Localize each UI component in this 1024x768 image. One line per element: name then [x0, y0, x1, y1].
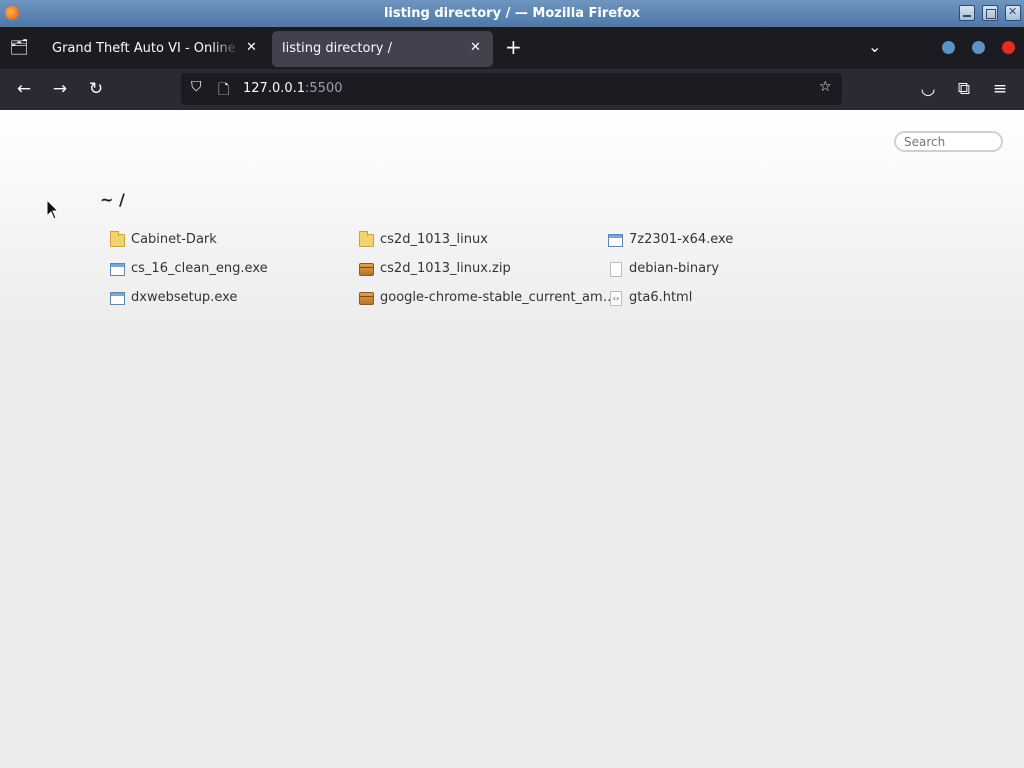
reload-icon[interactable]: ↻ — [84, 78, 108, 100]
new-tab-plus-icon[interactable]: + — [505, 35, 522, 59]
tab-strip: 🗂 Grand Theft Auto VI - Online Ga ✕ list… — [0, 27, 1024, 69]
navigation-toolbar: ← → ↻ ⛉ 🗋 127.0.0.1:5500 ☆ ◡ ⧉ ≡ — [0, 69, 1024, 110]
back-arrow-icon[interactable]: ← — [12, 78, 36, 100]
blank-file-icon — [610, 262, 622, 277]
executable-icon — [608, 234, 623, 247]
window-titlebar: listing directory / — Mozilla Firefox — [0, 0, 1024, 27]
tab-gta-online[interactable]: Grand Theft Auto VI - Online Ga ✕ — [42, 31, 268, 67]
url-text[interactable]: 127.0.0.1:5500 — [243, 81, 343, 96]
file-name: gta6.html — [629, 290, 693, 305]
extensions-puzzle-icon[interactable]: ⧉ — [952, 78, 976, 100]
close-tab-icon[interactable]: ✕ — [246, 40, 257, 55]
search-input[interactable] — [894, 131, 1003, 152]
minimize-dot-icon[interactable] — [942, 41, 955, 54]
file-name: dxwebsetup.exe — [131, 290, 238, 305]
pocket-icon[interactable]: ◡ — [916, 78, 940, 100]
file-name: google-chrome-stable_current_am… — [380, 290, 616, 305]
file-name: cs_16_clean_eng.exe — [131, 261, 268, 276]
maximize-dot-icon[interactable] — [972, 41, 985, 54]
executable-icon — [110, 292, 125, 305]
firefox-view-icon[interactable]: 🗂 — [8, 38, 30, 58]
minimize-window-button[interactable] — [959, 5, 975, 21]
tab-label: Grand Theft Auto VI - Online Ga — [52, 41, 240, 56]
tab-listing-directory[interactable]: listing directory / ✕ — [272, 31, 493, 67]
menu-hamburger-icon[interactable]: ≡ — [988, 78, 1012, 100]
file-name: 7z2301-x64.exe — [629, 232, 734, 247]
html-file-icon: ‹› — [610, 291, 622, 306]
close-window-button[interactable] — [1005, 5, 1021, 21]
file-name: debian-binary — [629, 261, 720, 276]
executable-icon — [110, 263, 125, 276]
directory-heading: ~ / — [100, 190, 125, 209]
file-name: cs2d_1013_linux — [380, 232, 488, 247]
file-name: cs2d_1013_linux.zip — [380, 261, 511, 276]
list-all-tabs-chevron-icon[interactable]: ⌄ — [868, 37, 881, 56]
close-tab-icon[interactable]: ✕ — [470, 40, 481, 55]
folder-icon — [359, 231, 374, 247]
maximize-window-button[interactable] — [982, 5, 998, 21]
archive-icon — [359, 263, 374, 276]
mouse-pointer-icon — [46, 199, 60, 220]
archive-icon — [359, 292, 374, 305]
bookmark-star-icon[interactable]: ☆ — [819, 79, 832, 95]
forward-arrow-icon[interactable]: → — [48, 78, 72, 100]
page-content: ~ / Cabinet-Dark cs2d_1013_linux 7z2301-… — [0, 110, 1024, 768]
url-host: 127.0.0.1 — [243, 81, 306, 96]
window-title: listing directory / — Mozilla Firefox — [383, 6, 641, 21]
tab-label: listing directory / — [282, 41, 392, 56]
url-bar[interactable]: ⛉ 🗋 127.0.0.1:5500 ☆ — [181, 73, 842, 105]
url-port: :5500 — [305, 81, 343, 96]
shield-icon[interactable]: ⛉ — [191, 79, 202, 95]
page-icon[interactable]: 🗋 — [218, 79, 229, 103]
folder-icon — [110, 231, 125, 247]
file-name: Cabinet-Dark — [131, 232, 217, 247]
close-dot-icon[interactable] — [1002, 41, 1015, 54]
